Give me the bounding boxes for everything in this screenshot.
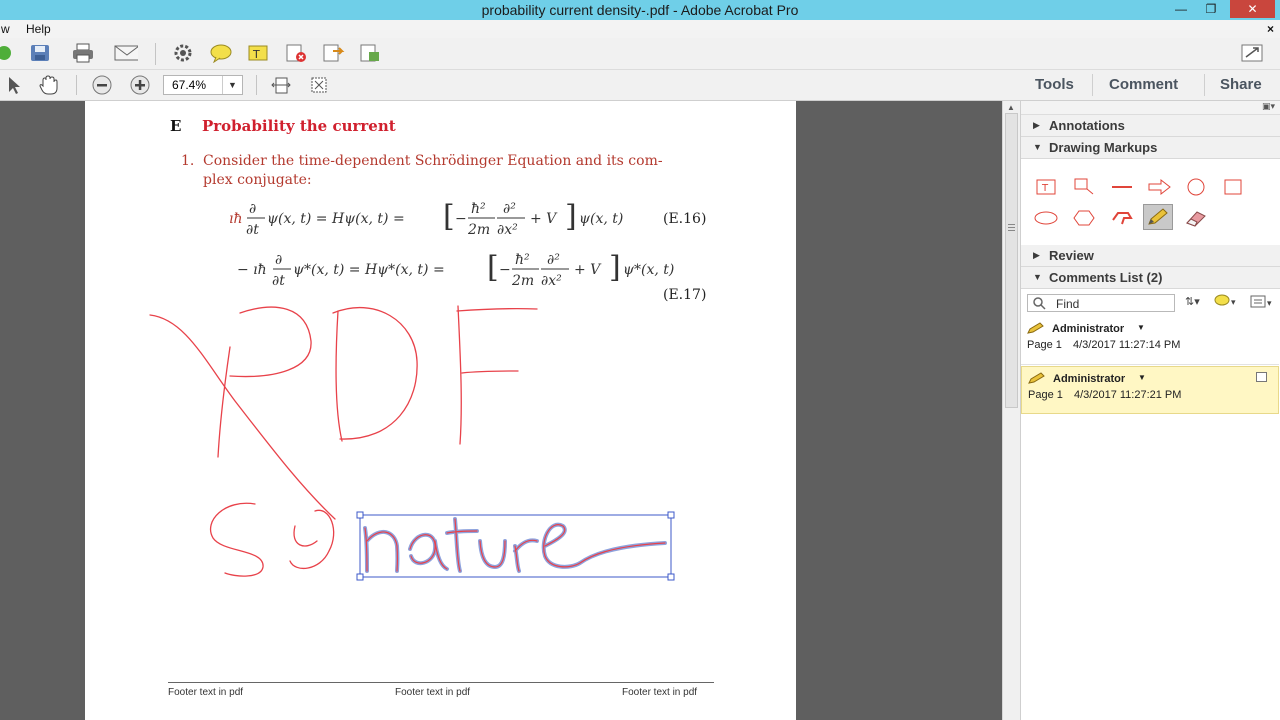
- comment-item-selected[interactable]: Administrator ▼ Page 1 4/3/2017 11:27:21…: [1021, 366, 1279, 414]
- text-box-tool-icon[interactable]: T: [1031, 174, 1061, 200]
- close-button[interactable]: ✕: [1230, 0, 1275, 18]
- svg-text:▾: ▾: [1231, 297, 1236, 307]
- comment-author[interactable]: Administrator: [1052, 323, 1124, 335]
- menu-bar: w Help ×: [0, 20, 1280, 38]
- document-view[interactable]: E Probability the current 1. Consider th…: [0, 101, 1002, 720]
- section-drawing-markups[interactable]: ▼ Drawing Markups: [1021, 137, 1280, 159]
- restore-button[interactable]: ❐: [1196, 0, 1226, 18]
- find-comments-input[interactable]: Find: [1027, 294, 1175, 312]
- footer-right: Footer text in pdf: [622, 687, 698, 698]
- footer-center: Footer text in pdf: [395, 687, 471, 698]
- comment-date: 4/3/2017 11:27:21 PM: [1074, 389, 1182, 401]
- combine-files-icon[interactable]: [358, 42, 382, 64]
- toolbar-separator: [256, 75, 257, 95]
- minimize-button[interactable]: —: [1166, 0, 1196, 18]
- fit-full-page-icon[interactable]: [307, 74, 331, 96]
- pane-options-icon[interactable]: ▣▾: [1262, 101, 1275, 112]
- comment-page: Page 1: [1027, 339, 1062, 351]
- redact-icon[interactable]: [284, 42, 308, 64]
- print-icon[interactable]: [71, 42, 95, 64]
- pencil-tool-icon[interactable]: [1143, 204, 1173, 230]
- footer-rule: [168, 682, 714, 683]
- pencil-icon: [1028, 372, 1046, 387]
- scroll-thumb[interactable]: [1005, 113, 1018, 408]
- comment-options-icon[interactable]: ▾: [1250, 295, 1276, 314]
- zoom-level-select[interactable]: 67.4% ▼: [163, 75, 243, 95]
- section-review[interactable]: ▶ Review: [1021, 245, 1280, 267]
- polygon-tool-icon[interactable]: [1069, 205, 1099, 231]
- callout-tool-icon[interactable]: [1069, 174, 1099, 200]
- title-bar: probability current density-.pdf - Adobe…: [0, 0, 1280, 20]
- filter-comments-icon[interactable]: ▾: [1213, 293, 1239, 314]
- svg-text:T: T: [1041, 183, 1049, 194]
- footer-left: Footer text in pdf: [168, 687, 244, 698]
- menu-help[interactable]: Help: [26, 22, 51, 36]
- create-icon[interactable]: [0, 42, 18, 64]
- pencil-drawing-annotation[interactable]: [85, 101, 796, 720]
- comment-item[interactable]: Administrator ▼ Page 1 4/3/2017 11:27:14…: [1021, 317, 1279, 365]
- settings-gear-icon[interactable]: [171, 42, 195, 64]
- toolbar-separator: [76, 75, 77, 95]
- comment-page: Page 1: [1028, 389, 1063, 401]
- tab-share[interactable]: Share: [1220, 76, 1262, 93]
- tab-separator: [1204, 74, 1205, 96]
- vertical-scrollbar[interactable]: ▲: [1002, 101, 1020, 720]
- comment-author[interactable]: Administrator: [1053, 373, 1125, 385]
- pencil-eraser-tool-icon[interactable]: [1181, 205, 1211, 231]
- chevron-down-icon[interactable]: ▼: [222, 76, 242, 94]
- search-icon: [1032, 296, 1046, 313]
- expand-arrow-icon: ▶: [1033, 250, 1040, 260]
- toolbar-separator: [155, 43, 156, 65]
- quick-tools-toolbar: T: [0, 38, 1280, 70]
- sticky-note-comment-icon[interactable]: [209, 42, 233, 64]
- section-comments-list-label: Comments List (2): [1049, 270, 1163, 285]
- section-annotations[interactable]: ▶ Annotations: [1021, 115, 1280, 137]
- line-tool-icon[interactable]: [1107, 174, 1137, 200]
- pdf-page[interactable]: E Probability the current 1. Consider th…: [85, 101, 796, 720]
- collapse-arrow-icon: ▼: [1033, 272, 1042, 282]
- export-file-icon[interactable]: [321, 42, 345, 64]
- zoom-in-icon[interactable]: [128, 74, 152, 96]
- hand-tool-icon[interactable]: [37, 74, 61, 96]
- cloud-tool-icon[interactable]: [1031, 205, 1061, 231]
- find-placeholder: Find: [1056, 297, 1080, 311]
- tab-tools[interactable]: Tools: [1035, 76, 1074, 93]
- author-menu-chevron-icon[interactable]: ▼: [1138, 373, 1146, 382]
- tab-separator: [1092, 74, 1093, 96]
- rectangle-tool-icon[interactable]: [1218, 174, 1248, 200]
- menu-window[interactable]: w: [1, 22, 10, 36]
- oval-tool-icon[interactable]: [1181, 174, 1211, 200]
- highlight-text-icon[interactable]: T: [247, 42, 271, 64]
- tab-comment[interactable]: Comment: [1109, 76, 1178, 93]
- window-title: probability current density-.pdf - Adobe…: [481, 2, 799, 18]
- save-icon[interactable]: [28, 42, 52, 64]
- select-cursor-icon[interactable]: [2, 74, 26, 96]
- pencil-icon: [1027, 322, 1045, 337]
- author-menu-chevron-icon[interactable]: ▼: [1137, 323, 1145, 332]
- expand-arrow-icon: ▶: [1033, 120, 1040, 130]
- zoom-value: 67.4%: [172, 78, 207, 92]
- email-icon[interactable]: [114, 42, 138, 64]
- section-review-label: Review: [1049, 248, 1094, 263]
- svg-text:T: T: [252, 48, 260, 61]
- pane-options-bar: ▣▾: [1021, 101, 1280, 115]
- page-navigation-toolbar: 67.4% ▼ Tools Comment Share: [0, 70, 1280, 101]
- svg-text:▾: ▾: [1267, 298, 1272, 308]
- section-annotations-label: Annotations: [1049, 118, 1125, 133]
- arrow-tool-icon[interactable]: [1145, 174, 1175, 200]
- section-drawing-markups-label: Drawing Markups: [1049, 140, 1158, 155]
- acrobat-window: probability current density-.pdf - Adobe…: [0, 0, 1280, 720]
- comment-pane: ▣▾ ▶ Annotations ▼ Drawing Markups T ▶ R…: [1020, 101, 1280, 720]
- section-comments-list[interactable]: ▼ Comments List (2): [1021, 267, 1280, 289]
- document-close-button[interactable]: ×: [1267, 22, 1274, 36]
- collapse-arrow-icon: ▼: [1033, 142, 1042, 152]
- full-screen-icon[interactable]: [1240, 42, 1264, 64]
- sort-comments-icon[interactable]: ⇅▾: [1185, 295, 1200, 308]
- zoom-out-icon[interactable]: [90, 74, 114, 96]
- comment-checkbox[interactable]: [1256, 372, 1267, 382]
- connected-lines-tool-icon[interactable]: [1107, 205, 1137, 231]
- scroll-up-icon[interactable]: ▲: [1007, 103, 1015, 112]
- comment-date: 4/3/2017 11:27:14 PM: [1073, 339, 1181, 351]
- fit-page-width-icon[interactable]: [269, 74, 293, 96]
